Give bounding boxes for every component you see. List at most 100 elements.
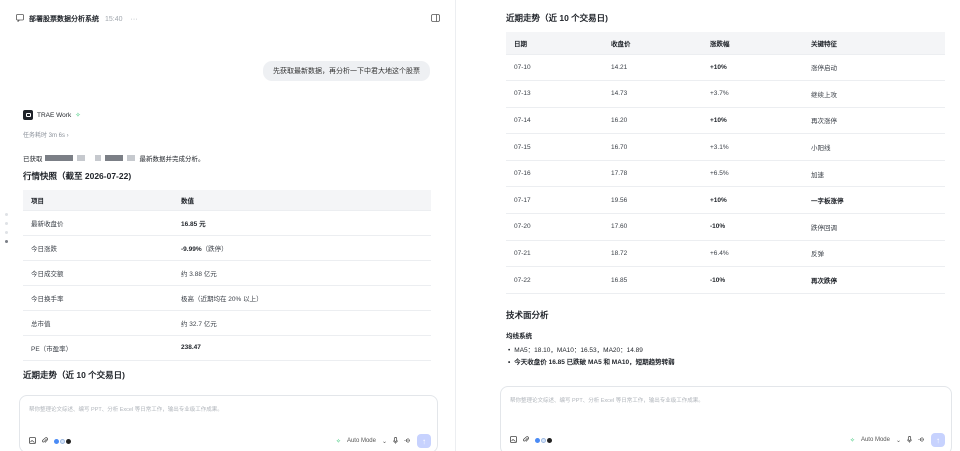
send-button[interactable]: ↑ [931,433,945,447]
microphone-icon[interactable] [907,435,912,445]
connectors-icon[interactable] [535,438,552,443]
table-cell: 小阳线 [803,133,945,161]
change-note: （跌停） [201,245,228,253]
list-item: MA5：18.10，MA10：16.53，MA20：14.89 [508,345,675,357]
panel-toggle-icon[interactable] [431,14,440,24]
table-cell: 涨停启动 [803,53,945,81]
table-cell: +6.5% [702,159,803,187]
sparkle-icon: ✧ [849,437,855,444]
table-cell: 约 32.7 亿元 [173,309,431,335]
table-cell: 约 3.88 亿元 [173,259,431,285]
table-cell: 17.60 [603,213,702,241]
redacted-block [94,155,101,161]
trend-heading: 近期走势（近 10 个交易日) [506,13,609,23]
mode-selector[interactable]: Auto Mode [861,437,890,443]
table-cell: 07-22 [506,266,603,294]
table-cell: 继续上攻 [803,80,945,108]
tech-subheading: 均线系统 [506,333,532,340]
image-attach-icon[interactable] [29,437,36,446]
table-cell: 再次跌停 [803,266,945,294]
scroll-indicator[interactable] [5,213,9,249]
table-cell: +3.7% [702,80,803,108]
table-row: 今日涨跌 -9.99%（跌停） [23,234,431,260]
table-cell: 07-21 [506,239,603,267]
table-cell: -9.99%（跌停） [173,234,431,260]
image-attach-icon[interactable] [510,436,517,445]
column-header: 收盘价 [603,32,702,54]
table-row: 07-15 16.70 +3.1% 小阳线 [506,133,945,161]
connectors-icon[interactable] [54,439,71,444]
table-row: 07-20 17.60 -10% 跌停回调 [506,213,945,241]
table-cell: 19.56 [603,186,702,214]
table-cell: 16.20 [603,106,702,134]
table-row: 最新收盘价 16.85 元 [23,209,431,235]
tech-bullet-list: MA5：18.10，MA10：16.53，MA20：14.89 今天收盘价 16… [508,345,675,369]
table-cell: +10% [702,106,803,134]
composer-tools [29,437,71,446]
table-cell: 一字板涨停 [803,186,945,214]
paperclip-icon[interactable] [523,436,529,445]
table-cell: 18.72 [603,239,702,267]
table-row: 今日换手率 极高（近期均在 20% 以上） [23,284,431,310]
redacted-block [44,155,73,161]
more-menu-button[interactable]: ··· [131,16,138,23]
table-cell: 总市值 [23,309,173,335]
tech-heading: 技术面分析 [506,310,549,320]
composer-placeholder[interactable]: 帮你整理论文综述、编写 PPT、分析 Excel 等日常工作，输出专业级工作成果… [29,405,223,413]
table-cell: 16.85 [603,266,702,294]
table-cell: 07-14 [506,106,603,134]
chevron-down-icon[interactable]: ⌄ [896,437,901,444]
user-message-bubble: 先获取最新数据，再分析一下中君大地这个股票 [263,61,430,81]
send-button[interactable]: ↑ [417,434,431,448]
summary-prefix: 已获取 [23,156,43,163]
left-chat-pane: 部署股票数据分析系统 15:40 ··· 先获取最新数据，再分析一下中君大地这个… [0,0,452,451]
table-row: 今日成交额 约 3.88 亿元 [23,259,431,285]
column-header: 数值 [173,190,431,210]
snapshot-heading: 行情快照（截至 2026-07-22) [23,171,132,181]
table-header-row: 项目 数值 [23,190,431,210]
table-row: 07-10 14.21 +10% 涨停启动 [506,53,945,81]
chevron-down-icon[interactable]: ⌄ [382,438,387,445]
list-item: 今天收盘价 16.85 已跌破 MA5 和 MA10，短期趋势转弱 [508,357,674,369]
table-cell: PE（市盈率） [23,334,173,361]
column-header: 涨跌幅 [702,32,803,54]
summary-text: 已获取 最新数据并完成分析。 [23,153,205,163]
column-header: 项目 [23,190,173,210]
column-header: 日期 [506,32,603,54]
table-cell: 16.85 元 [173,209,431,235]
table-cell: 反弹 [803,239,945,267]
column-header: 关键特征 [803,32,945,54]
table-cell: 今日换手率 [23,284,173,310]
message-composer[interactable]: 帮你整理论文综述、编写 PPT、分析 Excel 等日常工作，输出专业级工作成果… [19,395,438,451]
table-row: 07-17 19.56 +10% 一字板涨停 [506,186,945,214]
table-cell: 07-20 [506,213,603,241]
table-cell: 加速 [803,159,945,187]
microphone-icon[interactable] [393,436,398,446]
chat-title: 部署股票数据分析系统 [29,16,99,23]
table-cell: +10% [702,186,803,214]
table-cell: 17.78 [603,159,702,187]
table-cell: 07-10 [506,53,603,81]
redacted-block [126,155,135,161]
table-cell: 今日成交额 [23,259,173,285]
table-header-row: 日期 收盘价 涨跌幅 关键特征 [506,32,945,54]
table-cell: 07-15 [506,133,603,161]
table-cell: 14.21 [603,53,702,81]
right-chat-pane: 近期走势（近 10 个交易日) 日期 收盘价 涨跌幅 关键特征 07-10 14… [462,0,960,451]
paperclip-icon[interactable] [42,437,48,446]
mode-selector[interactable]: Auto Mode [347,438,376,444]
message-composer[interactable]: 帮你整理论文综述、编写 PPT、分析 Excel 等日常工作，输出专业级工作成果… [500,386,952,451]
waveform-icon[interactable] [404,437,411,446]
table-cell: 今日涨跌 [23,234,173,260]
table-cell: 跌停回调 [803,213,945,241]
pane-divider [455,0,456,451]
summary-suffix: 最新数据并完成分析。 [139,156,205,163]
redacted-block [104,155,123,161]
chat-header: 部署股票数据分析系统 15:40 ··· [16,12,440,26]
chat-time: 15:40 [105,15,123,23]
composer-right-tools: ✧ Auto Mode ⌄ ↑ [336,434,431,448]
composer-placeholder[interactable]: 帮你整理论文综述、编写 PPT、分析 Excel 等日常工作，输出专业级工作成果… [510,396,704,404]
task-elapsed-toggle[interactable]: 任务耗时 3m 6s › [23,130,69,139]
table-cell: +6.4% [702,239,803,267]
waveform-icon[interactable] [918,436,925,445]
